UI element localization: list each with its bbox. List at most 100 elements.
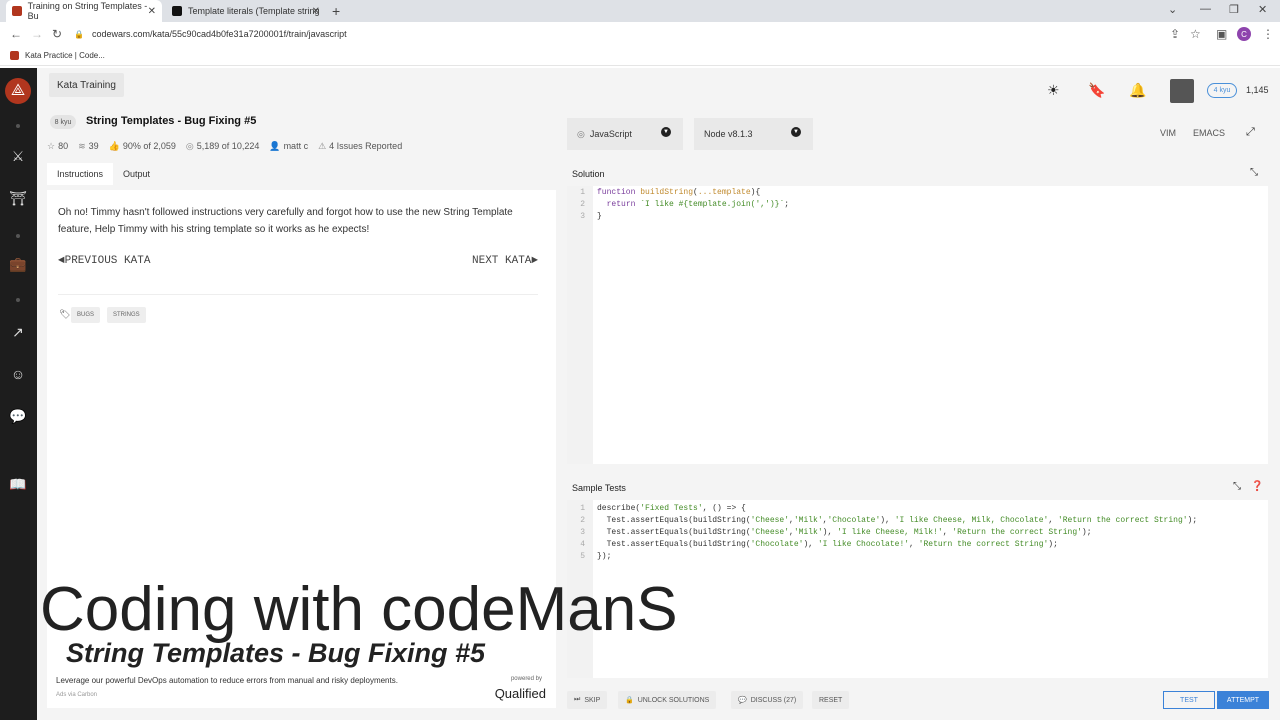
divider bbox=[58, 294, 538, 295]
docs-icon[interactable]: 📖 bbox=[8, 476, 28, 493]
rail-dot bbox=[16, 234, 20, 238]
tag-strings[interactable]: STRINGS bbox=[107, 307, 146, 323]
codewars-favicon bbox=[10, 51, 19, 60]
emacs-mode[interactable]: EMACS bbox=[1193, 128, 1225, 138]
vim-mode[interactable]: VIM bbox=[1160, 128, 1176, 138]
kata-description: Oh no! Timmy hasn't followed instruction… bbox=[58, 207, 513, 235]
user-icon: 👤 bbox=[269, 141, 281, 151]
satisfaction-value: 90% of 2,059 bbox=[122, 141, 176, 151]
kata-title: String Templates - Bug Fixing #5 bbox=[86, 115, 257, 127]
code-line: 2 return `I like #{template.join(',')}`; bbox=[580, 200, 790, 209]
tab-title: Training on String Templates - Bu bbox=[27, 1, 148, 21]
qualified-logo: Qualified bbox=[494, 686, 546, 701]
close-icon[interactable]: ✕ bbox=[148, 6, 156, 17]
completions-value: 5,189 of 10,224 bbox=[196, 141, 260, 151]
sidebar-rail: ⟁ ⚔ ⛩ 💼 ↗ ☺ 💬 📖 bbox=[0, 68, 37, 720]
issues-stat[interactable]: ⚠ 4 Issues Reported bbox=[318, 141, 402, 152]
kata-training-chip[interactable]: Kata Training bbox=[49, 73, 124, 97]
satisfaction-stat: 👍 90% of 2,059 bbox=[109, 141, 176, 152]
collections-stat: ≋ 39 bbox=[78, 141, 99, 152]
tab-search-icon[interactable]: ⌄ bbox=[1168, 3, 1177, 16]
carbon-ad[interactable]: Leverage our powerful DevOps automation … bbox=[47, 668, 556, 708]
code-line: 1 describe('Fixed Tests', () => { bbox=[580, 504, 746, 513]
solution-editor[interactable]: 1 function buildString(...template){ 2 re… bbox=[567, 186, 1268, 464]
browser-tab-active[interactable]: Training on String Templates - Bu ✕ bbox=[6, 0, 162, 22]
skip-icon: ⏭ bbox=[574, 696, 581, 703]
bookmark-icon[interactable]: 🔖 bbox=[1088, 82, 1105, 99]
tests-label: Sample Tests bbox=[572, 483, 626, 493]
forward-icon[interactable]: → bbox=[31, 27, 43, 41]
discuss-label: DISCUSS (27) bbox=[750, 696, 797, 704]
skip-button[interactable]: ⏭ SKIP bbox=[567, 691, 608, 709]
solution-header: Solution bbox=[567, 164, 1268, 184]
bookmark-item[interactable]: Kata Practice | Code... bbox=[25, 51, 105, 60]
tag-icon: 🏷 bbox=[59, 309, 71, 319]
sidebar-icon[interactable]: ▣ bbox=[1216, 27, 1227, 41]
lock-icon: 🔒 bbox=[74, 29, 84, 39]
chevron-down-icon: ▼ bbox=[791, 127, 801, 137]
briefcase-icon[interactable]: 💼 bbox=[8, 256, 28, 273]
discussion-icon[interactable]: 💬 bbox=[8, 408, 28, 425]
skip-label: SKIP bbox=[584, 696, 601, 704]
practice-icon[interactable]: ⛩ bbox=[8, 190, 28, 207]
star-icon: ☆ bbox=[47, 141, 56, 151]
js-icon: ◎ bbox=[577, 128, 585, 139]
rank-badge: 4 kyu bbox=[1207, 83, 1237, 98]
url-field[interactable]: 🔒 codewars.com/kata/55c90cad4b0fe31a7200… bbox=[74, 26, 1164, 42]
close-window-button[interactable]: ✕ bbox=[1258, 3, 1267, 16]
train-icon[interactable]: ⚔ bbox=[8, 148, 28, 165]
sun-icon[interactable]: ☀ bbox=[1047, 82, 1060, 99]
rail-dot bbox=[16, 298, 20, 302]
honor-count: 1,145 bbox=[1246, 85, 1269, 95]
language-select[interactable]: ◎ JavaScript ▼ bbox=[567, 118, 683, 150]
stars-stat[interactable]: ☆ 80 bbox=[47, 141, 68, 152]
author-stat[interactable]: 👤 matt c bbox=[269, 141, 308, 152]
warning-icon: ⚠ bbox=[318, 141, 327, 151]
star-icon[interactable]: ☆ bbox=[1190, 27, 1201, 41]
reset-button[interactable]: RESET bbox=[812, 691, 850, 709]
attempt-button[interactable]: ATTEMPT bbox=[1217, 691, 1269, 709]
comment-icon: 💬 bbox=[738, 697, 747, 704]
menu-icon[interactable]: ⋮ bbox=[1262, 27, 1274, 41]
next-kata-link[interactable]: NEXT KATA► bbox=[472, 255, 538, 267]
back-icon[interactable]: ← bbox=[10, 27, 22, 41]
bell-icon[interactable]: 🔔 bbox=[1129, 82, 1146, 99]
previous-kata-link[interactable]: ◄PREVIOUS KATA bbox=[58, 255, 150, 267]
user-avatar[interactable] bbox=[1170, 79, 1194, 103]
reload-icon[interactable]: ↻ bbox=[52, 27, 62, 41]
fullscreen-icon[interactable]: ⤢ bbox=[1246, 126, 1255, 139]
unlock-solutions-button[interactable]: 🔒 UNLOCK SOLUTIONS bbox=[618, 691, 717, 709]
share-icon[interactable]: ⇪ bbox=[1170, 27, 1180, 41]
expand-icon[interactable]: ⤡ bbox=[1250, 167, 1258, 178]
kyu-badge: 8 kyu bbox=[50, 115, 76, 129]
language-value: JavaScript bbox=[589, 129, 632, 139]
discuss-button[interactable]: 💬 DISCUSS (27) bbox=[731, 691, 804, 709]
help-icon[interactable]: ❓ bbox=[1251, 481, 1263, 492]
restore-button[interactable]: ❐ bbox=[1229, 3, 1239, 16]
test-button[interactable]: TEST bbox=[1163, 691, 1215, 709]
thumbs-up-icon: 👍 bbox=[108, 141, 120, 151]
leaderboard-icon[interactable]: ↗ bbox=[8, 324, 28, 341]
code-line: 4 Test.assertEquals(buildString('Chocola… bbox=[580, 540, 1058, 549]
code-line: 3} bbox=[580, 212, 602, 221]
completions-stat: ◎ 5,189 of 10,224 bbox=[186, 141, 259, 152]
collections-count: 39 bbox=[88, 141, 99, 151]
browser-tab[interactable]: Template literals (Template string ✕ bbox=[166, 0, 326, 22]
episode-caption: String Templates - Bug Fixing #5 bbox=[66, 638, 486, 668]
runtime-select[interactable]: Node v8.1.3 ▼ bbox=[694, 118, 813, 150]
expand-icon[interactable]: ⤡ bbox=[1233, 481, 1241, 492]
discord-icon[interactable]: ☺ bbox=[8, 366, 28, 382]
issues-text: 4 Issues Reported bbox=[329, 141, 403, 151]
codewars-favicon bbox=[12, 6, 22, 16]
tag-bugs[interactable]: BUGS bbox=[71, 307, 101, 323]
tab-instructions[interactable]: Instructions bbox=[47, 163, 114, 185]
profile-avatar[interactable]: C bbox=[1237, 27, 1251, 41]
code-line: 5}); bbox=[580, 552, 612, 561]
tab-output[interactable]: Output bbox=[113, 163, 160, 185]
browser-tab-bar: Training on String Templates - Bu ✕ Temp… bbox=[0, 0, 1280, 22]
kata-stats: ☆ 80 ≋ 39 👍 90% of 2,059 ◎ 5,189 of 10,224 👤… bbox=[47, 141, 402, 152]
close-icon[interactable]: ✕ bbox=[312, 6, 320, 17]
minimize-button[interactable]: — bbox=[1200, 3, 1211, 15]
new-tab-button[interactable]: + bbox=[332, 3, 340, 19]
codewars-logo[interactable]: ⟁ bbox=[5, 78, 31, 104]
